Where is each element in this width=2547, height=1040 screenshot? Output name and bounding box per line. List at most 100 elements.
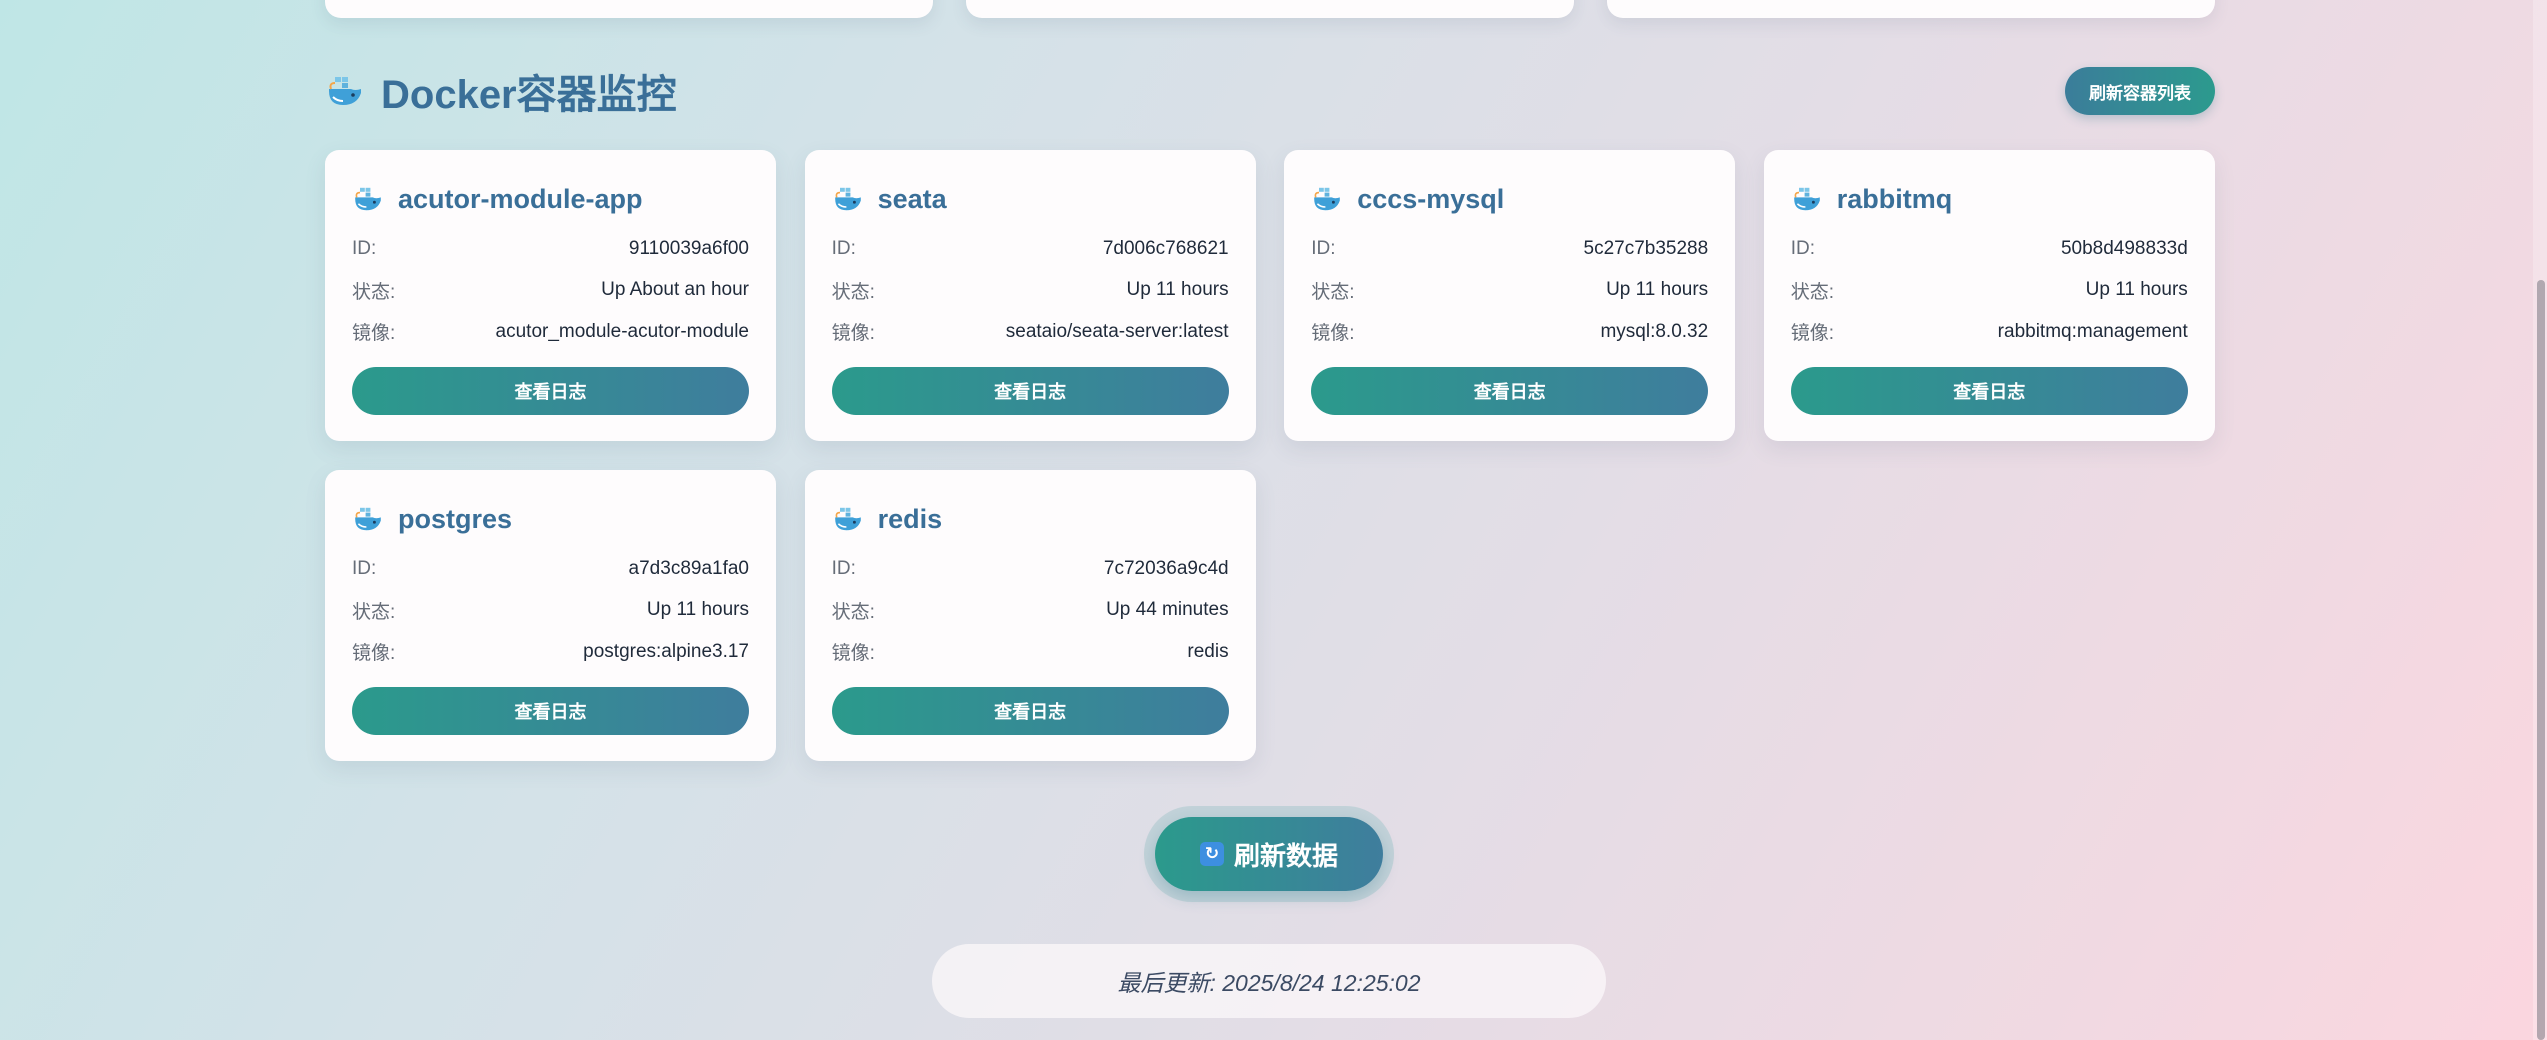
whale-icon — [832, 503, 864, 535]
status-label: 状态: — [352, 281, 396, 303]
whale-icon — [1311, 183, 1343, 215]
image-label: 镜像: — [1790, 323, 1835, 345]
card-header: cccs-mysql — [1311, 178, 1708, 220]
image-label: 镜像: — [831, 643, 875, 665]
previous-card-bottom — [1607, 0, 2215, 18]
section-title: Docker容器监控 — [325, 66, 677, 117]
status-row: 状态: Up About an hour — [352, 270, 749, 312]
container-image: seataio/seata-server:latest — [1005, 320, 1229, 342]
card-header: redis — [832, 498, 1229, 540]
status-label: 状态: — [831, 601, 875, 623]
id-label: ID: — [831, 237, 856, 259]
id-label: ID: — [1790, 237, 1816, 259]
container-card: seata ID: 7d006c768621 状态: Up 11 hours 镜像: sea… — [804, 150, 1256, 441]
container-image: rabbitmq:management — [1997, 320, 2188, 342]
status-label: 状态: — [1311, 281, 1355, 303]
whale-icon — [352, 503, 384, 535]
card-header: seata — [832, 178, 1229, 220]
container-status: Up 11 hours — [646, 599, 749, 621]
whale-icon — [1791, 183, 1823, 215]
container-id: 9110039a6f00 — [628, 237, 749, 259]
last-update-footer: 最后更新: 2025/8/24 12:25:02 — [932, 944, 1606, 1018]
id-label: ID: — [352, 557, 377, 579]
image-row: 镜像: postgres:alpine3.17 — [352, 631, 749, 673]
status-row: 状态: Up 44 minutes — [832, 590, 1229, 632]
container-name: seata — [877, 183, 947, 214]
card-header: rabbitmq — [1791, 178, 2188, 220]
container-status: Up 11 hours — [1126, 279, 1229, 301]
previous-card-bottom — [325, 0, 933, 18]
image-row: 镜像: rabbitmq:management — [1791, 311, 2188, 353]
container-name: rabbitmq — [1836, 183, 1953, 214]
container-status: Up 11 hours — [2085, 279, 2188, 301]
container-card: acutor-module-app ID: 9110039a6f00 状态: Up Ab… — [325, 150, 776, 441]
id-row: ID: 7d006c768621 — [832, 228, 1229, 270]
refresh-data-button-halo: ↻ 刷新数据 — [1144, 806, 1394, 902]
view-logs-button[interactable]: 查看日志 — [831, 687, 1229, 735]
id-row: ID: a7d3c89a1fa0 — [352, 548, 749, 590]
view-logs-button[interactable]: 查看日志 — [831, 367, 1229, 415]
status-row: 状态: Up 11 hours — [1311, 270, 1708, 312]
container-name: acutor-module-app — [398, 183, 643, 214]
image-row: 镜像: mysql:8.0.32 — [1311, 311, 1708, 353]
container-id: 5c27c7b35288 — [1583, 237, 1709, 259]
page-scrollbar[interactable] — [2533, 0, 2547, 1040]
card-header: acutor-module-app — [352, 178, 749, 220]
last-update-text: 最后更新: 2025/8/24 12:25:02 — [1117, 970, 1421, 996]
id-label: ID: — [831, 557, 856, 579]
image-row: 镜像: acutor_module-acutor-module — [352, 311, 749, 353]
image-row: 镜像: redis — [832, 631, 1229, 673]
whale-icon — [352, 183, 384, 215]
status-label: 状态: — [1790, 281, 1835, 303]
status-label: 状态: — [831, 281, 875, 303]
image-label: 镜像: — [352, 643, 396, 665]
id-row: ID: 7c72036a9c4d — [832, 548, 1229, 590]
container-id: 50b8d498833d — [2060, 237, 2188, 259]
id-label: ID: — [1311, 237, 1336, 259]
container-status: Up About an hour — [601, 279, 749, 301]
container-name: postgres — [398, 503, 513, 534]
previous-card-bottom — [966, 0, 1574, 18]
container-image: mysql:8.0.32 — [1600, 320, 1709, 342]
status-row: 状态: Up 11 hours — [1791, 270, 2188, 312]
refresh-container-list-button[interactable]: 刷新容器列表 — [2065, 67, 2215, 115]
container-card: postgres ID: a7d3c89a1fa0 状态: Up 11 hours 镜像:… — [325, 470, 776, 761]
view-logs-button[interactable]: 查看日志 — [352, 367, 749, 415]
container-image: postgres:alpine3.17 — [583, 640, 749, 662]
image-label: 镜像: — [352, 323, 396, 345]
status-row: 状态: Up 11 hours — [832, 270, 1229, 312]
container-id: 7d006c768621 — [1102, 237, 1229, 259]
id-row: ID: 5c27c7b35288 — [1311, 228, 1708, 270]
section-title-text: Docker容器监控 — [381, 73, 677, 117]
status-row: 状态: Up 11 hours — [352, 590, 749, 632]
id-row: ID: 9110039a6f00 — [352, 228, 749, 270]
container-id: 7c72036a9c4d — [1103, 557, 1229, 579]
image-label: 镜像: — [1311, 323, 1355, 345]
image-row: 镜像: seataio/seata-server:latest — [832, 311, 1229, 353]
refresh-cycle-icon: ↻ — [1199, 842, 1224, 866]
docker-section-header: Docker容器监控 刷新容器列表 — [325, 62, 2215, 122]
view-logs-button[interactable]: 查看日志 — [352, 687, 749, 735]
image-label: 镜像: — [831, 323, 875, 345]
status-label: 状态: — [352, 601, 396, 623]
container-name: redis — [877, 503, 943, 534]
container-status: Up 11 hours — [1606, 279, 1709, 301]
scrollbar-thumb[interactable] — [2537, 280, 2545, 1040]
container-id: a7d3c89a1fa0 — [628, 557, 749, 579]
refresh-data-label: 刷新数据 — [1233, 840, 1338, 871]
card-header: postgres — [352, 498, 749, 540]
whale-icon — [325, 71, 365, 111]
id-label: ID: — [352, 237, 377, 259]
container-card: rabbitmq ID: 50b8d498833d 状态: Up 11 hours 镜像:… — [1763, 150, 2215, 441]
container-name: cccs-mysql — [1357, 183, 1505, 214]
refresh-data-button[interactable]: ↻ 刷新数据 — [1155, 817, 1383, 891]
whale-icon — [832, 183, 864, 215]
view-logs-button[interactable]: 查看日志 — [1790, 367, 2188, 415]
id-row: ID: 50b8d498833d — [1791, 228, 2188, 270]
container-image: acutor_module-acutor-module — [495, 320, 749, 342]
container-card: cccs-mysql ID: 5c27c7b35288 状态: Up 11 hours 镜… — [1284, 150, 1736, 441]
view-logs-button[interactable]: 查看日志 — [1311, 367, 1709, 415]
container-card: redis ID: 7c72036a9c4d 状态: Up 44 minutes 镜像: r… — [804, 470, 1256, 761]
container-grid: acutor-module-app ID: 9110039a6f00 状态: Up Ab… — [325, 150, 2215, 761]
container-status: Up 44 minutes — [1106, 599, 1229, 621]
